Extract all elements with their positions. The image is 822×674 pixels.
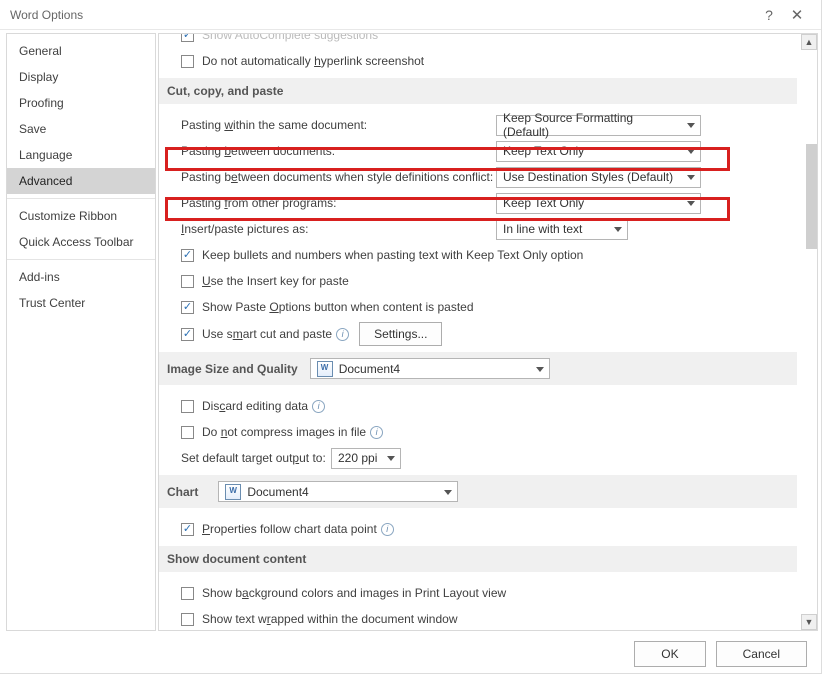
pasting-from-other-dropdown[interactable]: Keep Text Only: [496, 193, 701, 214]
sidebar-item-advanced[interactable]: Advanced: [7, 168, 155, 194]
show-paste-options-label: Show Paste Options button when content i…: [202, 300, 474, 314]
ok-button[interactable]: OK: [634, 641, 705, 667]
text-wrapped-checkbox[interactable]: [181, 613, 194, 626]
section-show-document-content: Show document content: [159, 546, 797, 572]
show-paste-options-checkbox[interactable]: [181, 301, 194, 314]
sidebar-item-customize-ribbon[interactable]: Customize Ribbon: [7, 203, 155, 229]
scrollbar-thumb[interactable]: [806, 144, 817, 249]
sidebar-item-quick-access-toolbar[interactable]: Quick Access Toolbar: [7, 229, 155, 255]
smart-cut-paste-checkbox[interactable]: [181, 328, 194, 341]
insert-pictures-dropdown[interactable]: In line with text: [496, 219, 628, 240]
properties-follow-label: Properties follow chart data point: [202, 522, 377, 536]
default-output-label: Set default target output to:: [181, 451, 331, 465]
pasting-between-conflict-dropdown[interactable]: Use Destination Styles (Default): [496, 167, 701, 188]
keep-bullets-row: Keep bullets and numbers when pasting te…: [181, 244, 797, 266]
autocomplete-suggestions-row: Show AutoComplete suggestions: [181, 34, 797, 46]
no-compress-row: Do not compress images in file: [181, 421, 797, 443]
discard-editing-checkbox[interactable]: [181, 400, 194, 413]
sidebar: General Display Proofing Save Language A…: [6, 33, 156, 631]
no-compress-checkbox[interactable]: [181, 426, 194, 439]
insert-pictures-row: Insert/paste pictures as: In line with t…: [181, 218, 797, 240]
pasting-between-docs-label: Pasting between documents:: [181, 144, 496, 158]
chart-document-dropdown[interactable]: Document4: [218, 481, 458, 502]
insert-key-label: Use the Insert key for paste: [202, 274, 349, 288]
autocomplete-label: Show AutoComplete suggestions: [202, 34, 378, 42]
settings-button[interactable]: Settings...: [359, 322, 442, 346]
default-output-dropdown[interactable]: 220 ppi: [331, 448, 401, 469]
insert-pictures-label: Insert/paste pictures as:: [181, 222, 496, 236]
content-pane: ▲ ▼ Show AutoComplete suggestions Do not…: [158, 33, 818, 631]
sidebar-item-language[interactable]: Language: [7, 142, 155, 168]
pasting-between-docs-row: Pasting between documents: Keep Text Onl…: [181, 140, 797, 162]
word-doc-icon: [317, 361, 333, 377]
text-wrapped-label: Show text wrapped within the document wi…: [202, 612, 458, 626]
sidebar-item-save[interactable]: Save: [7, 116, 155, 142]
bg-colors-checkbox[interactable]: [181, 587, 194, 600]
properties-follow-row: Properties follow chart data point: [181, 518, 797, 540]
hyperlink-screenshot-row: Do not automatically hyperlink screensho…: [181, 50, 797, 72]
sidebar-item-proofing[interactable]: Proofing: [7, 90, 155, 116]
sidebar-item-trust-center[interactable]: Trust Center: [7, 290, 155, 316]
section-chart: Chart Document4: [159, 475, 797, 508]
no-compress-label: Do not compress images in file: [202, 425, 366, 439]
default-output-row: Set default target output to: 220 ppi: [181, 447, 797, 469]
discard-editing-label: Discard editing data: [202, 399, 308, 413]
bg-colors-row: Show background colors and images in Pri…: [181, 582, 797, 604]
image-size-document-dropdown[interactable]: Document4: [310, 358, 550, 379]
insert-key-checkbox[interactable]: [181, 275, 194, 288]
sidebar-item-display[interactable]: Display: [7, 64, 155, 90]
help-icon[interactable]: ?: [755, 7, 783, 23]
section-cut-copy-paste: Cut, copy, and paste: [159, 78, 797, 104]
pasting-same-doc-label: Pasting within the same document:: [181, 118, 496, 132]
text-wrapped-row: Show text wrapped within the document wi…: [181, 608, 797, 630]
cancel-button[interactable]: Cancel: [716, 641, 807, 667]
pasting-same-doc-row: Pasting within the same document: Keep S…: [181, 114, 797, 136]
info-icon[interactable]: [336, 328, 349, 341]
autocomplete-checkbox[interactable]: [181, 34, 194, 42]
keep-bullets-checkbox[interactable]: [181, 249, 194, 262]
sidebar-separator: [7, 198, 155, 199]
chart-heading: Chart: [167, 485, 198, 499]
discard-editing-row: Discard editing data: [181, 395, 797, 417]
hyperlink-screenshot-label: Do not automatically hyperlink screensho…: [202, 54, 424, 68]
close-icon[interactable]: ✕: [783, 6, 811, 24]
bg-colors-label: Show background colors and images in Pri…: [202, 586, 506, 600]
info-icon[interactable]: [381, 523, 394, 536]
image-size-heading: Image Size and Quality: [167, 362, 298, 376]
pasting-between-conflict-label: Pasting between documents when style def…: [181, 170, 496, 184]
show-paste-options-row: Show Paste Options button when content i…: [181, 296, 797, 318]
word-doc-icon: [225, 484, 241, 500]
section-image-size-quality: Image Size and Quality Document4: [159, 352, 797, 385]
scroll-up-button[interactable]: ▲: [801, 34, 817, 50]
pasting-from-other-label: Pasting from other programs:: [181, 196, 496, 210]
smart-cut-paste-row: Use smart cut and paste Settings...: [181, 322, 797, 346]
scroll-down-button[interactable]: ▼: [801, 614, 817, 630]
sidebar-item-add-ins[interactable]: Add-ins: [7, 264, 155, 290]
smart-cut-paste-label: Use smart cut and paste: [202, 327, 332, 341]
sidebar-item-general[interactable]: General: [7, 38, 155, 64]
sidebar-separator: [7, 259, 155, 260]
pasting-from-other-row: Pasting from other programs: Keep Text O…: [181, 192, 797, 214]
titlebar: Word Options ? ✕: [0, 0, 821, 30]
pasting-between-conflict-row: Pasting between documents when style def…: [181, 166, 797, 188]
info-icon[interactable]: [370, 426, 383, 439]
keep-bullets-label: Keep bullets and numbers when pasting te…: [202, 248, 583, 262]
dialog-footer: OK Cancel: [0, 634, 821, 674]
pasting-same-doc-dropdown[interactable]: Keep Source Formatting (Default): [496, 115, 701, 136]
insert-key-row: Use the Insert key for paste: [181, 270, 797, 292]
info-icon[interactable]: [312, 400, 325, 413]
window-title: Word Options: [10, 8, 755, 22]
pasting-between-docs-dropdown[interactable]: Keep Text Only: [496, 141, 701, 162]
hyperlink-screenshot-checkbox[interactable]: [181, 55, 194, 68]
properties-follow-checkbox[interactable]: [181, 523, 194, 536]
